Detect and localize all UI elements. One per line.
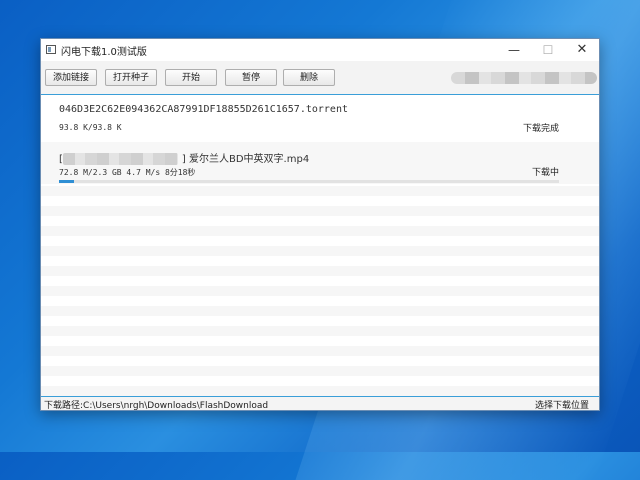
pause-button[interactable]: 暂停: [225, 69, 277, 86]
progress-fill: [59, 180, 74, 183]
file-size: 93.8 K/93.8 K: [59, 123, 122, 132]
download-item[interactable]: 046D3E2C62E094362CA87991DF18855D261C1657…: [41, 96, 599, 138]
status-label: 下载完成: [522, 124, 559, 134]
download-list: 046D3E2C62E094362CA87991DF18855D261C1657…: [41, 96, 599, 398]
file-name: [] 爱尔兰人BD中英双字.mp4: [59, 150, 309, 165]
window-title: 闪电下载1.0测试版: [61, 47, 147, 58]
status-bar: 下载路径:C:\Users\nrgh\Downloads\FlashDownlo…: [41, 396, 599, 411]
title-bar[interactable]: 闪电下载1.0测试版 — ☐ ✕: [41, 39, 599, 61]
transfer-info: 72.8 M/2.3 GB 4.7 M/s 8分18秒: [59, 168, 196, 177]
download-path: 下载路径:C:\Users\nrgh\Downloads\FlashDownlo…: [44, 401, 269, 411]
toolbar: 添加链接 打开种子 开始 暂停 删除: [41, 61, 599, 95]
redacted-text: [62, 153, 178, 165]
open-torrent-button[interactable]: 打开种子: [105, 69, 157, 86]
download-item[interactable]: [] 爱尔兰人BD中英双字.mp4 72.8 M/2.3 GB 4.7 M/s …: [41, 142, 599, 184]
file-name-suffix: ] 爱尔兰人BD中英双字.mp4: [181, 154, 310, 165]
app-window: 闪电下载1.0测试版 — ☐ ✕ 添加链接 打开种子 开始 暂停 删除 046D…: [40, 38, 600, 411]
progress-bar: [59, 180, 559, 183]
app-icon: [46, 45, 56, 54]
maximize-button[interactable]: ☐: [531, 39, 565, 61]
search-input[interactable]: [451, 72, 597, 84]
close-button[interactable]: ✕: [565, 39, 599, 61]
choose-location-link[interactable]: 选择下载位置: [535, 398, 589, 411]
file-name: 046D3E2C62E094362CA87991DF18855D261C1657…: [59, 104, 348, 115]
add-link-button[interactable]: 添加链接: [45, 69, 97, 86]
minimize-button[interactable]: —: [497, 39, 531, 61]
status-label: 下载中: [531, 168, 559, 178]
delete-button[interactable]: 删除: [283, 69, 335, 86]
start-button[interactable]: 开始: [165, 69, 217, 86]
